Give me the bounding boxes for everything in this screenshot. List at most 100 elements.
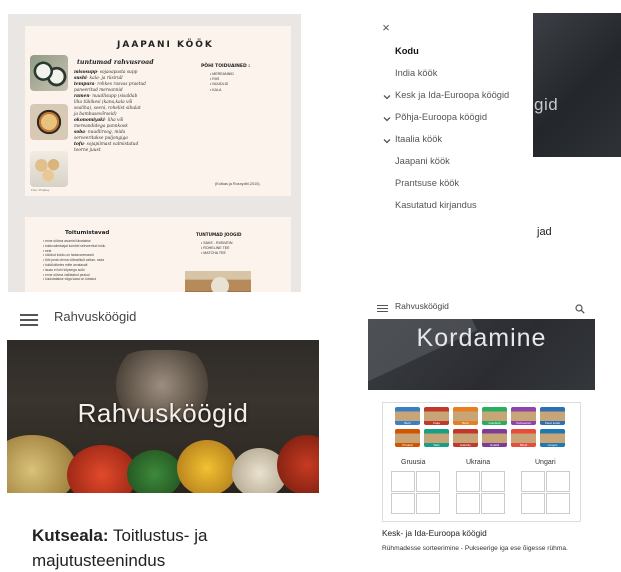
drop-slot[interactable]: [416, 471, 440, 492]
food-tile-label: Golubtsõ: [488, 421, 501, 425]
hero-veg-pepper: [177, 440, 237, 493]
food-tile-label: Kalja: [433, 421, 440, 425]
japanese-cuisine-infographic: JAAPANI KÖÖK tuntumad rahvusroad Foto: P…: [8, 14, 301, 292]
activity-description: Rühmadesse sorteerimine - Pukseerige iga…: [382, 545, 568, 552]
dish-description: ja bambusevõrseid): [74, 112, 117, 117]
food-tile-label: Salo: [433, 443, 440, 447]
food-tile[interactable]: Borš: [395, 407, 420, 425]
occupation-line-2: majutusteenindus: [32, 551, 166, 570]
dish-name: soba: [74, 130, 86, 135]
food-tile[interactable]: Salo: [424, 429, 449, 447]
hamburger-menu-icon[interactable]: [377, 305, 388, 313]
food-tile[interactable]: Kiievi kotlet: [540, 407, 565, 425]
site-title[interactable]: Rahvusköögid: [54, 309, 136, 324]
food-tile-label: Pelmeenid: [516, 421, 531, 425]
dish-name: misosupp: [74, 70, 98, 75]
food-tile[interactable]: Langos: [540, 429, 565, 447]
activity-title[interactable]: Kesk- ja Ida-Euroopa köögid: [382, 528, 487, 538]
drop-slot[interactable]: [546, 493, 570, 514]
food-tile-label: Borš: [462, 421, 469, 425]
occupation-line: Kutseala: Toitlustus- ja: [32, 526, 207, 546]
dish-description: sealiha), seeni, rohelist sibulat: [74, 106, 141, 111]
drawer-item-prantsuse-köök[interactable]: Prantsuse köök: [395, 178, 459, 188]
hero-title: Kordamine: [416, 324, 547, 352]
drawer-item-jaapani-köök[interactable]: Jaapani köök: [395, 156, 450, 166]
tea-photo: [185, 271, 251, 292]
dish-description: - sojapiimast valmistatud: [83, 142, 139, 147]
rahvuskoogid-home-screen: Rahvusköögid Rahvusköögid Kutseala: Toit…: [0, 295, 330, 572]
drawer-item-kodu[interactable]: Kodu: [395, 46, 419, 56]
dish-list-item: toorne juust: [74, 148, 184, 154]
drop-slot[interactable]: [481, 493, 505, 514]
dish-description: - nuudliroog, mida: [85, 130, 126, 135]
dish-description: mereandidega pannkook: [74, 124, 128, 129]
food-tile-label: Gulašš: [489, 443, 500, 447]
drop-slot[interactable]: [521, 471, 545, 492]
eating-habits-title: Toitumistavad: [65, 230, 110, 236]
ingredients-list: MEREANNIDRIISNUUDLIDKALA: [210, 72, 234, 93]
dish-description: serveeritakse puljongiga: [74, 136, 128, 141]
dish-name: ramen: [74, 94, 90, 99]
dish-name: tofu: [74, 142, 84, 147]
dish-description: liha tükikesi (kana,kala või: [74, 100, 133, 105]
ramen-photo: [30, 104, 68, 140]
chevron-down-icon[interactable]: [383, 93, 391, 101]
food-tile-label: Pirukad: [402, 443, 413, 447]
occupation-value: Toitlustus- ja: [108, 526, 208, 545]
search-icon[interactable]: [575, 301, 585, 314]
drop-slot[interactable]: [481, 471, 505, 492]
dish-description: paneeritud mereannid: [74, 88, 123, 93]
drawer-item-itaalia-köök[interactable]: Itaalia köök: [395, 134, 442, 144]
drop-slot[interactable]: [521, 493, 545, 514]
kordamine-review-screen: Rahvusköögid Kordamine Borš Kalja Borš Golu…: [362, 295, 621, 572]
background-hero: gid: [533, 13, 621, 157]
background-hero-text: gid: [534, 95, 559, 114]
drawer-item-kasutatud-kirjandus[interactable]: Kasutatud kirjandus: [395, 200, 477, 210]
drop-slot[interactable]: [391, 471, 415, 492]
drinks-title: TUNTUMAD JOOGID: [196, 232, 242, 237]
chevron-down-icon[interactable]: [383, 137, 391, 145]
hero-banner: Kordamine: [368, 319, 595, 390]
food-tile[interactable]: Pelmeenid: [511, 407, 536, 425]
drop-slot[interactable]: [456, 471, 480, 492]
navigation-drawer-screen: gid jad × Kodu India köök Kesk ja Ida-Euro…: [355, 13, 621, 295]
food-tile-pool: Borš Kalja Borš Golubtsõ Pelmeenid Kiievi kot…: [395, 407, 568, 451]
drinks-list: SAKE - RIISIVEINROHELINE TEEMATCHA TEE: [201, 241, 232, 257]
chevron-down-icon[interactable]: [383, 115, 391, 123]
eating-habit-item: kuulutatakse väga kaaa on lubatud: [43, 277, 153, 282]
drop-slot[interactable]: [391, 493, 415, 514]
group-label-gruusia: Gruusia: [401, 459, 426, 466]
food-tile[interactable]: Pirukad: [395, 429, 420, 447]
gyoza-photo: [30, 151, 68, 187]
drawer-item-india-köök[interactable]: India köök: [395, 68, 437, 78]
dish-description: toorne juust: [74, 148, 101, 153]
drop-slot[interactable]: [456, 493, 480, 514]
drawer-item-põhja-euroopa-köögid[interactable]: Põhja-Euroopa köögid: [395, 112, 487, 122]
site-title[interactable]: Rahvusköögid: [395, 301, 449, 311]
drawer-item-kesk-ja-ida-euroopa-köögid[interactable]: Kesk ja Ida-Euroopa köögid: [395, 90, 509, 100]
food-tile-label: Langos: [547, 443, 558, 447]
close-icon[interactable]: ×: [379, 21, 393, 35]
background-body-text: jad: [537, 226, 552, 238]
infographic-subtitle: tuntumad rahvusroad: [77, 59, 154, 66]
eating-habits-list: enne sööma asumist tänataksetoiduvalmist…: [43, 239, 153, 282]
hamburger-menu-icon[interactable]: [20, 314, 38, 326]
food-tile-label: Blinid: [519, 443, 528, 447]
food-tile[interactable]: Halušky: [453, 429, 478, 447]
food-tile[interactable]: Golubtsõ: [482, 407, 507, 425]
food-tile[interactable]: Borš: [453, 407, 478, 425]
source-citation: (Kotkas ja Rosnydhl,2010).: [215, 182, 261, 186]
infographic-bottom-card: Toitumistavad enne sööma asumist tänatak…: [25, 217, 291, 292]
navigation-drawer: × Kodu India köök Kesk ja Ida-Euroopa köög…: [355, 13, 533, 295]
hero-veg-chili: [277, 435, 319, 493]
hero-title: Rahvusköögid: [77, 398, 249, 428]
sorting-activity-card[interactable]: Borš Kalja Borš Golubtsõ Pelmeenid Kiievi kot…: [382, 402, 581, 522]
drop-slot[interactable]: [546, 471, 570, 492]
drop-slot[interactable]: [416, 493, 440, 514]
food-tile[interactable]: Gulašš: [482, 429, 507, 447]
food-tile[interactable]: Blinid: [511, 429, 536, 447]
food-tile[interactable]: Kalja: [424, 407, 449, 425]
dish-name: okonomiyaki: [74, 118, 105, 123]
dish-list: misosupp- sojaoapasta supp sushi- kala- j…: [74, 70, 184, 154]
hero-veg-herb: [127, 450, 182, 493]
